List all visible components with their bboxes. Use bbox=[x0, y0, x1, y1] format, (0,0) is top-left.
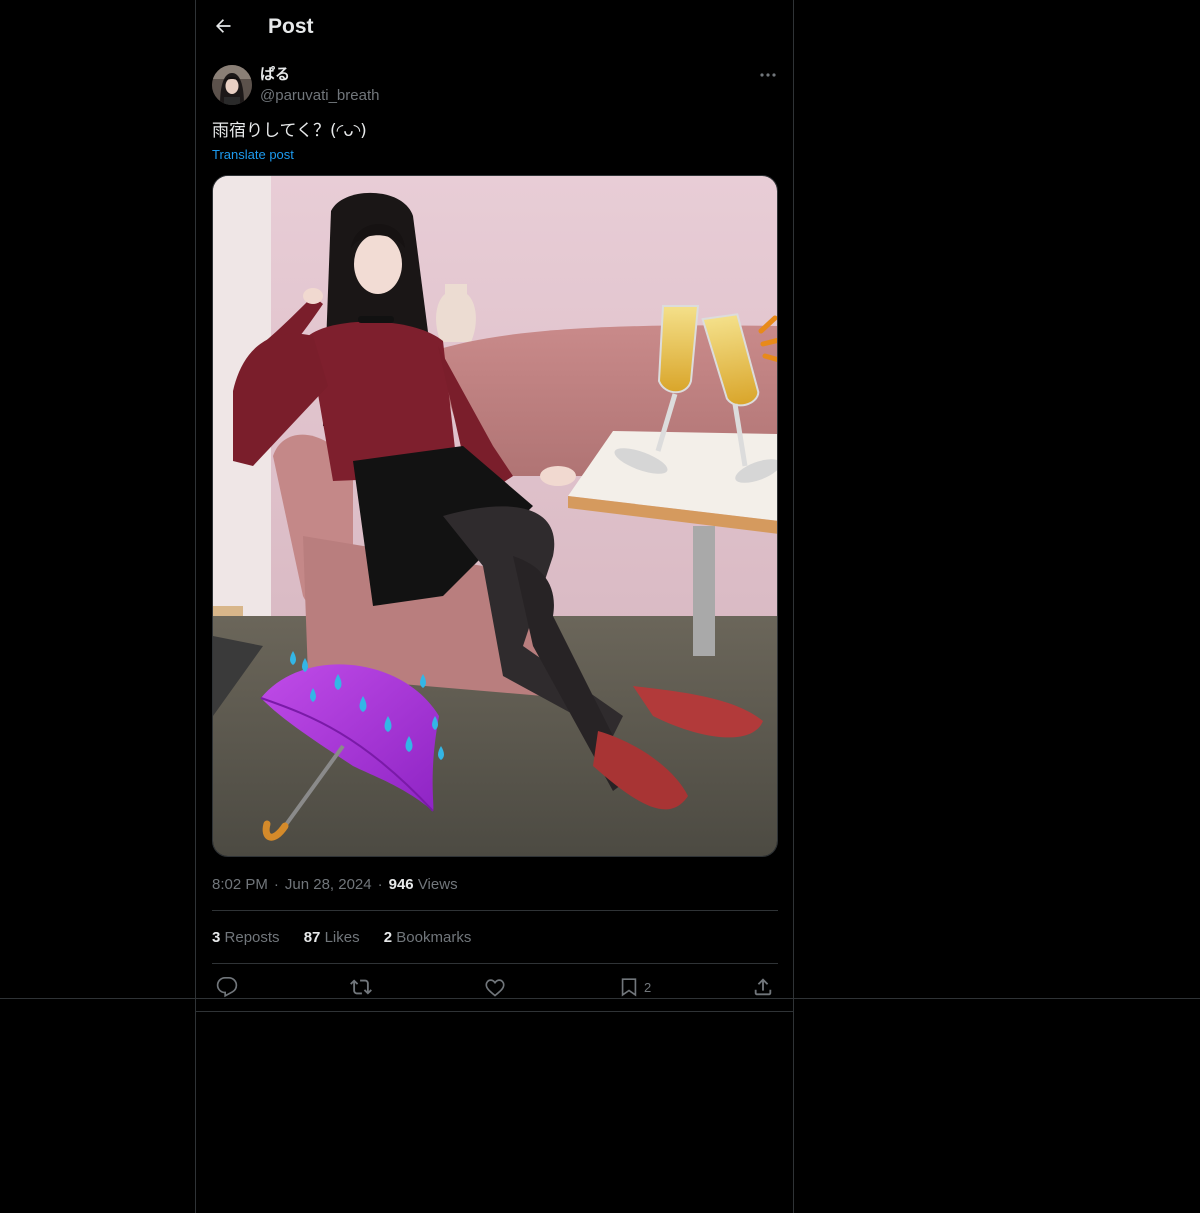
bookmarks-stat[interactable]: 2 Bookmarks bbox=[384, 929, 472, 946]
bookmark-count: 2 bbox=[644, 979, 652, 995]
action-bar: 2 bbox=[212, 975, 778, 999]
translate-post-link[interactable]: Translate post bbox=[212, 146, 294, 164]
photo-illustration bbox=[213, 176, 777, 856]
more-options-button[interactable] bbox=[756, 65, 780, 85]
divider bbox=[196, 1011, 793, 1012]
reposts-label: Reposts bbox=[224, 929, 280, 946]
avatar[interactable] bbox=[212, 65, 252, 105]
tweet-photo[interactable] bbox=[212, 175, 778, 857]
author-display-name[interactable]: ぱる bbox=[260, 65, 290, 85]
tweet-meta: 8:02 PM · Jun 28, 2024 · 946 Views bbox=[212, 875, 458, 895]
reposts-stat[interactable]: 3 Reposts bbox=[212, 929, 280, 946]
reply-icon bbox=[216, 977, 238, 998]
engagement-stats: 3 Reposts 87 Likes 2 Bookmarks bbox=[212, 928, 491, 948]
repost-icon bbox=[350, 979, 372, 995]
tweet-text: 雨宿りしてく？(◜ᴗ◝) bbox=[212, 121, 367, 141]
views-label: Views bbox=[417, 876, 458, 893]
author-handle[interactable]: @paruvati_breath bbox=[260, 86, 379, 106]
back-button[interactable] bbox=[208, 11, 238, 41]
divider bbox=[212, 910, 778, 911]
views-count: 946 bbox=[388, 876, 414, 893]
heart-icon bbox=[485, 979, 505, 997]
repost-button[interactable] bbox=[350, 975, 372, 999]
share-icon bbox=[754, 978, 772, 996]
likes-label: Likes bbox=[324, 929, 360, 946]
header: Post bbox=[196, 0, 793, 54]
reposts-count: 3 bbox=[212, 929, 221, 946]
tweet-date[interactable]: Jun 28, 2024 bbox=[285, 876, 372, 893]
reply-button[interactable] bbox=[216, 975, 238, 999]
main-column: Post ぱる @paruvati_breath 雨宿りしてく？(◜ᴗ◝) Tr… bbox=[195, 0, 794, 1213]
ellipsis-icon bbox=[760, 73, 776, 77]
bookmarks-label: Bookmarks bbox=[396, 929, 472, 946]
bookmarks-count: 2 bbox=[383, 929, 393, 946]
likes-count: 87 bbox=[303, 929, 321, 946]
page-title: Post bbox=[268, 15, 314, 38]
divider bbox=[212, 963, 778, 964]
tweet-time[interactable]: 8:02 PM bbox=[212, 876, 268, 893]
likes-stat[interactable]: 87 Likes bbox=[304, 929, 360, 946]
separator: · bbox=[377, 876, 383, 893]
share-button[interactable] bbox=[752, 975, 774, 999]
arrow-left-icon bbox=[216, 19, 231, 33]
bookmark-icon bbox=[621, 978, 637, 997]
like-button[interactable] bbox=[484, 975, 506, 999]
bookmark-button[interactable]: 2 bbox=[618, 975, 651, 999]
separator: · bbox=[273, 876, 279, 893]
